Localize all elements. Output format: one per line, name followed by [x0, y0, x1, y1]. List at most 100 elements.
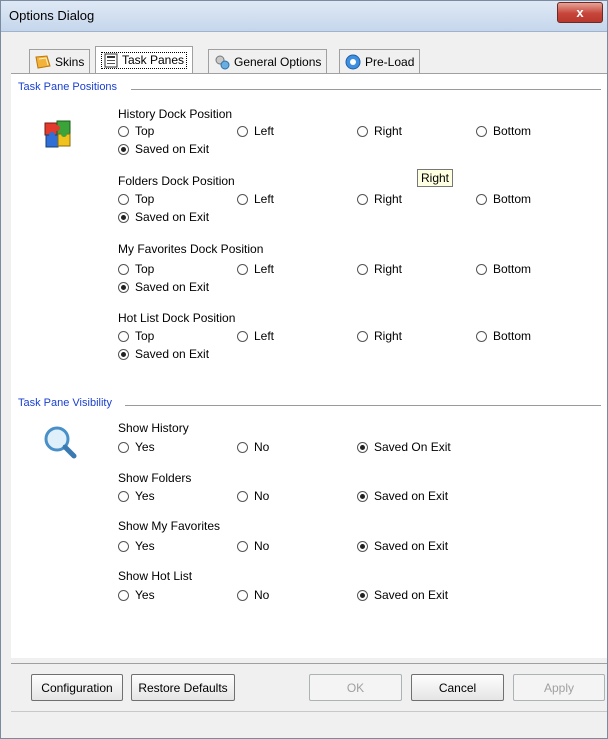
- section-divider-visibility: [125, 405, 601, 406]
- hotlist-dock-left-radio[interactable]: Left: [237, 329, 274, 343]
- history-dock-top-radio[interactable]: Top: [118, 124, 154, 138]
- section-divider-positions: [131, 89, 601, 90]
- radio-label: Right: [374, 329, 403, 343]
- radio-label: Bottom: [493, 329, 532, 343]
- ok-button[interactable]: OK: [309, 674, 402, 701]
- radio-circle: [476, 193, 487, 205]
- radio-circle: [237, 441, 248, 453]
- favorites-dock-saved-radio[interactable]: Saved on Exit: [118, 280, 209, 294]
- show-hotlist-label: Show Hot List: [118, 569, 193, 583]
- radio-circle: [237, 263, 248, 275]
- folders-dock-top-radio[interactable]: Top: [118, 192, 154, 206]
- puzzle-icon: [44, 120, 71, 148]
- tooltip: Right: [417, 169, 454, 187]
- tab-task-panes-label: Task Panes: [122, 53, 185, 67]
- show-favorites-yes-radio[interactable]: Yes: [118, 539, 155, 553]
- hotlist-dock-top-radio[interactable]: Top: [118, 329, 154, 343]
- search-icon: [44, 426, 77, 459]
- apply-button[interactable]: Apply: [513, 674, 605, 701]
- cancel-button[interactable]: Cancel: [411, 674, 504, 701]
- restore-defaults-button[interactable]: Restore Defaults: [131, 674, 235, 701]
- pre-load-icon: [345, 54, 361, 69]
- hotlist-dock-bottom-radio[interactable]: Bottom: [476, 329, 531, 343]
- task-panes-page: [11, 73, 607, 658]
- radio-circle: [237, 589, 248, 601]
- radio-label: Left: [254, 192, 275, 206]
- radio-circle: [357, 330, 368, 342]
- tab-general-options[interactable]: General Options: [208, 49, 328, 73]
- radio-circle: [476, 263, 487, 275]
- radio-label: Left: [254, 124, 275, 138]
- radio-circle: [118, 490, 129, 502]
- favorites-dock-bottom-radio[interactable]: Bottom: [476, 262, 531, 276]
- radio-label: Right: [374, 124, 403, 138]
- folders-dock-saved-radio[interactable]: Saved on Exit: [118, 210, 209, 224]
- radio-label: Yes: [135, 440, 155, 454]
- radio-label: Yes: [135, 539, 155, 553]
- history-dock-left-radio[interactable]: Left: [237, 124, 274, 138]
- configuration-button[interactable]: Configuration: [31, 674, 123, 701]
- show-hotlist-yes-radio[interactable]: Yes: [118, 588, 155, 602]
- close-button[interactable]: x: [557, 2, 603, 23]
- radio-label: No: [254, 489, 270, 503]
- radio-label: No: [254, 588, 270, 602]
- show-hotlist-saved-radio[interactable]: Saved on Exit: [357, 588, 448, 602]
- history-dock-saved-radio[interactable]: Saved on Exit: [118, 142, 209, 156]
- radio-circle: [118, 589, 129, 601]
- section-title-positions: Task Pane Positions: [18, 81, 118, 93]
- hotlist-dock-label: Hot List Dock Position: [118, 311, 236, 325]
- tab-pre-load[interactable]: Pre-Load: [339, 49, 421, 73]
- radio-label: Saved on Exit: [374, 539, 449, 553]
- tab-task-panes-focus: Task Panes: [101, 51, 188, 69]
- show-hotlist-no-radio[interactable]: No: [237, 588, 269, 602]
- show-folders-saved-radio[interactable]: Saved on Exit: [357, 489, 448, 503]
- radio-circle: [237, 125, 248, 137]
- folders-dock-label: Folders Dock Position: [118, 174, 235, 188]
- folders-dock-left-radio[interactable]: Left: [237, 192, 274, 206]
- radio-label: Top: [135, 124, 155, 138]
- radio-label: Saved On Exit: [374, 440, 451, 454]
- show-history-saved-radio[interactable]: Saved On Exit: [357, 440, 451, 454]
- show-favorites-no-radio[interactable]: No: [237, 539, 269, 553]
- radio-label: Bottom: [493, 192, 532, 206]
- radio-circle: [118, 348, 129, 360]
- history-dock-bottom-radio[interactable]: Bottom: [476, 124, 531, 138]
- show-folders-label: Show Folders: [118, 471, 192, 485]
- favorites-dock-right-radio[interactable]: Right: [357, 262, 402, 276]
- radio-label: Saved on Exit: [374, 489, 449, 503]
- radio-circle: [118, 441, 129, 453]
- radio-label: Yes: [135, 588, 155, 602]
- radio-circle: [237, 330, 248, 342]
- show-favorites-label: Show My Favorites: [118, 519, 221, 533]
- radio-circle: [237, 540, 248, 552]
- status-bar: [11, 711, 607, 738]
- hotlist-dock-saved-radio[interactable]: Saved on Exit: [118, 347, 209, 361]
- show-history-yes-radio[interactable]: Yes: [118, 440, 155, 454]
- favorites-dock-left-radio[interactable]: Left: [237, 262, 274, 276]
- history-dock-right-radio[interactable]: Right: [357, 124, 402, 138]
- hotlist-dock-right-radio[interactable]: Right: [357, 329, 402, 343]
- close-icon: x: [576, 5, 584, 20]
- radio-circle: [118, 125, 129, 137]
- folders-dock-right-radio[interactable]: Right: [357, 192, 402, 206]
- show-folders-yes-radio[interactable]: Yes: [118, 489, 155, 503]
- favorites-dock-top-radio[interactable]: Top: [118, 262, 154, 276]
- radio-circle: [237, 490, 248, 502]
- show-favorites-saved-radio[interactable]: Saved on Exit: [357, 539, 448, 553]
- title-bar[interactable]: Options Dialog x: [1, 1, 607, 32]
- tab-task-panes[interactable]: Task Panes: [95, 46, 194, 73]
- radio-label: Top: [135, 192, 155, 206]
- radio-label: Bottom: [493, 262, 532, 276]
- radio-label: Yes: [135, 489, 155, 503]
- tab-skins[interactable]: Skins: [29, 49, 91, 73]
- skins-icon: [35, 54, 51, 69]
- radio-label: Right: [374, 192, 403, 206]
- section-title-visibility: Task Pane Visibility: [18, 397, 112, 409]
- show-history-no-radio[interactable]: No: [237, 440, 269, 454]
- show-folders-no-radio[interactable]: No: [237, 489, 269, 503]
- radio-circle: [357, 125, 368, 137]
- radio-circle: [357, 441, 368, 453]
- general-options-icon: [215, 55, 230, 69]
- folders-dock-bottom-radio[interactable]: Bottom: [476, 192, 531, 206]
- radio-label: Saved on Exit: [135, 210, 210, 224]
